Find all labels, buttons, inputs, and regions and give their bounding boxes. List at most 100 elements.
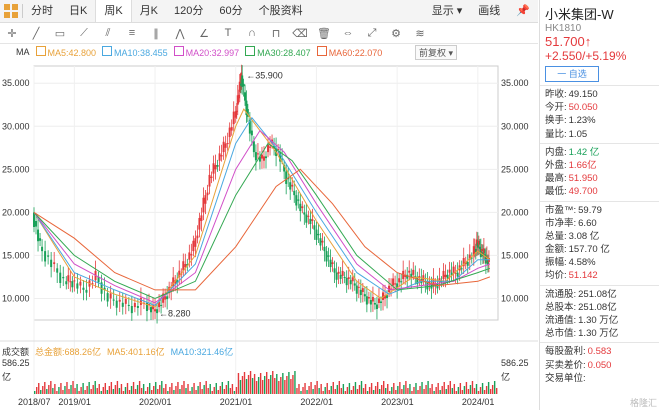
fib-tool-icon[interactable]: ≡: [120, 27, 144, 39]
volume-bar: [90, 389, 92, 394]
volume-bar: [148, 383, 151, 394]
quote-value: 1.30 万亿: [578, 328, 619, 340]
candle-body: [371, 296, 374, 302]
wave-tool-icon[interactable]: ⋀: [168, 27, 192, 40]
volume-bar: [411, 391, 413, 394]
draw-line-button[interactable]: 画线: [470, 0, 508, 22]
volume-bar: [425, 385, 427, 394]
layers-icon[interactable]: ≋: [408, 27, 432, 40]
quote-key: 流通值:: [545, 315, 577, 326]
y-tick-label-right: 10.000: [501, 293, 529, 303]
volume-bar: [296, 388, 298, 394]
candle-body: [220, 155, 223, 157]
quote-value: 6.60: [578, 217, 597, 229]
tab-3[interactable]: 月K: [132, 0, 166, 22]
volume-bar: [124, 387, 127, 394]
volume-bar: [231, 384, 234, 394]
lock-icon[interactable]: ⊓: [264, 27, 288, 40]
volume-bar: [334, 389, 336, 394]
magnet-icon[interactable]: ∩: [240, 27, 264, 39]
tab-5[interactable]: 60分: [211, 0, 250, 22]
crosshair-icon[interactable]: ✛: [0, 27, 24, 40]
settings-icon[interactable]: ⚙: [384, 27, 408, 40]
candle-body: [192, 240, 195, 252]
tab-4[interactable]: 120分: [166, 0, 211, 22]
volume-bar: [385, 388, 387, 394]
quote-key: 外盘:: [545, 159, 567, 171]
rect-tool-icon[interactable]: ▭: [48, 27, 72, 40]
candle-body: [321, 240, 324, 243]
candle-body: [347, 277, 350, 280]
add-watchlist-button[interactable]: 一 自选: [545, 66, 599, 82]
quote-row: 买卖差价: 0.050: [540, 359, 659, 372]
ma-legend-text: MA5:42.800: [47, 48, 97, 58]
volume-bar: [159, 385, 161, 394]
channel-tool-icon[interactable]: ⫽: [96, 27, 120, 40]
candle-body: [164, 296, 167, 300]
candle-body: [106, 293, 109, 302]
candle-body: [252, 141, 255, 153]
volume-bar: [108, 386, 111, 394]
candle-body: [53, 262, 56, 265]
quote-row: 总股本: 251.08亿: [540, 301, 659, 314]
volume-bar: [217, 390, 219, 394]
volume-bar: [471, 381, 474, 394]
quote-row: 量比: 1.05: [540, 128, 659, 141]
candle-body: [202, 197, 205, 213]
volume-bar: [407, 388, 409, 394]
stock-name: 小米集团-W: [545, 7, 614, 22]
fit-icon[interactable]: ⤢: [360, 27, 384, 40]
expand-icon[interactable]: ⇔: [336, 27, 360, 39]
angle-tool-icon[interactable]: ∠: [192, 27, 216, 40]
volume-max-right: 586.25: [501, 358, 529, 368]
volume-bar: [243, 372, 246, 394]
quote-row: 交易单位:: [540, 372, 659, 385]
volume-bar: [54, 384, 56, 394]
volume-bar: [308, 386, 310, 394]
display-dropdown[interactable]: 显示 ▾: [424, 0, 471, 22]
volume-bar: [380, 385, 383, 394]
volume-bar: [60, 383, 62, 394]
volume-bar: [118, 388, 121, 394]
quote-key: 总市值:: [545, 328, 577, 340]
text-tool-icon[interactable]: T: [216, 27, 240, 39]
volume-bar: [229, 388, 232, 394]
quote-value: 49.700: [568, 186, 598, 198]
volume-ma10: MA10:321.46亿: [170, 347, 234, 357]
trash-icon[interactable]: 🗑: [312, 27, 336, 40]
tab-1[interactable]: 日K: [61, 0, 95, 22]
tab-6[interactable]: 个股资料: [251, 0, 311, 22]
volume-bar: [257, 377, 260, 394]
tab-0[interactable]: 分时: [23, 0, 61, 22]
volume-bar: [76, 384, 78, 394]
volume-bar: [477, 391, 480, 394]
candle-body: [260, 154, 263, 159]
x-tick-label: 2023/01: [381, 397, 414, 407]
tab-2[interactable]: 周K: [95, 0, 132, 22]
line-tool-icon[interactable]: ╱: [24, 27, 48, 40]
parallel-tool-icon[interactable]: ∥: [144, 27, 168, 40]
pin-icon[interactable]: 📌: [508, 0, 538, 22]
ray-tool-icon[interactable]: ⟋: [72, 27, 96, 40]
candle-body: [65, 281, 68, 285]
quote-value: 1.30 万亿: [578, 315, 619, 326]
candle-body: [369, 299, 372, 305]
volume-bar: [40, 390, 42, 394]
volume-bar: [266, 372, 268, 394]
volume-bar: [493, 381, 496, 394]
volume-bar: [82, 383, 84, 394]
candle-body: [224, 143, 227, 148]
candle-body: [56, 268, 59, 273]
volume-bar: [66, 382, 68, 394]
volume-bar: [52, 388, 54, 394]
volume-bar: [413, 387, 415, 394]
candle-body: [109, 293, 112, 299]
volume-bar: [364, 384, 367, 394]
quote-key: 量比:: [545, 128, 567, 140]
eraser-icon[interactable]: ⌫: [288, 27, 312, 40]
volume-bar: [151, 390, 153, 394]
volume-bar: [189, 391, 191, 394]
volume-bar: [263, 376, 266, 394]
volume-bar: [239, 380, 242, 394]
grid-menu-icon[interactable]: [4, 4, 18, 18]
